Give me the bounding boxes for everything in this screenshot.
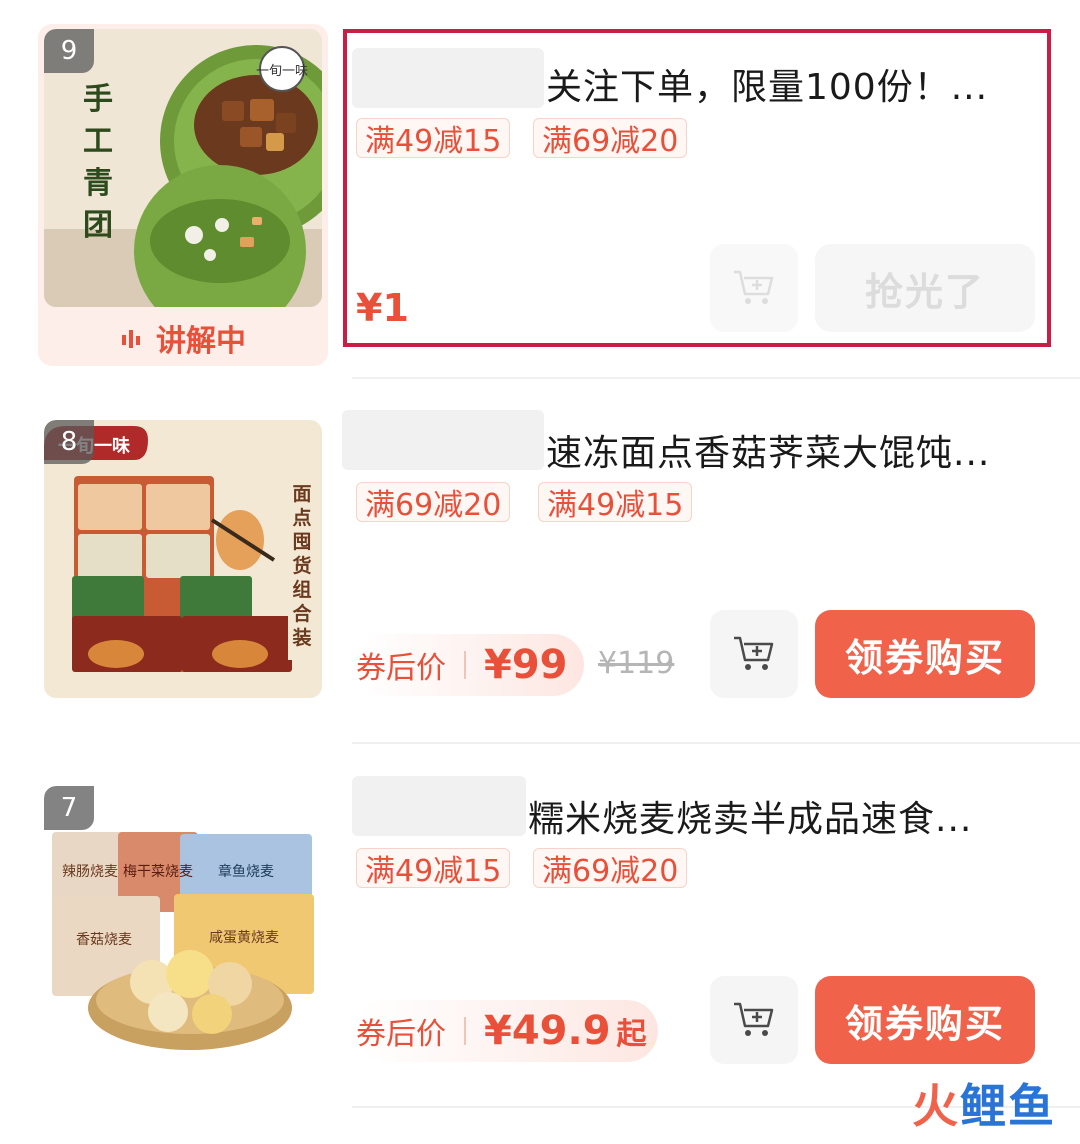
- coupon-buy-button[interactable]: 领券购买: [815, 610, 1035, 698]
- price-separator: [464, 1017, 466, 1045]
- svg-text:合: 合: [292, 602, 312, 625]
- coupon-tag: 满49减15: [356, 848, 511, 889]
- svg-text:香菇烧麦: 香菇烧麦: [76, 932, 132, 948]
- shop-name-placeholder: [352, 776, 526, 836]
- svg-text:工: 工: [83, 124, 113, 159]
- shop-name-placeholder: [342, 410, 544, 470]
- price-label: 券后价: [356, 651, 446, 686]
- price-label: 券后价: [356, 1017, 446, 1052]
- coupon-price: 券后价 ¥49.9 起: [356, 1000, 658, 1062]
- svg-text:装: 装: [291, 626, 311, 649]
- svg-text:团: 团: [83, 208, 113, 243]
- coupon-tag: 满69减20: [356, 482, 511, 523]
- svg-text:组: 组: [292, 578, 311, 601]
- watermark-char: 火: [912, 1079, 958, 1133]
- price-suffix: 起: [616, 1017, 647, 1052]
- watermark-logo: 火 鲤 鱼: [912, 1070, 1054, 1136]
- svg-text:辣肠烧麦: 辣肠烧麦: [62, 864, 118, 880]
- live-explaining-label[interactable]: 讲解中: [38, 310, 328, 366]
- product-price: ¥99: [484, 642, 568, 688]
- product-row[interactable]: 一旬一味 手 工 青 团 9 讲解中 关注下单，限量100份！... 满49减1…: [0, 0, 1080, 378]
- product-image: 一旬一味 手 工 青 团 9: [44, 29, 322, 307]
- add-to-cart-button[interactable]: [710, 610, 798, 698]
- product-title[interactable]: 糯米烧麦烧卖半成品速食...: [528, 790, 972, 842]
- price-separator: [464, 651, 466, 679]
- live-product-card[interactable]: 一旬一味 手 工 青 团 9 讲解中: [38, 24, 328, 366]
- divider: [352, 377, 1080, 379]
- coupon-tag: 满49减15: [538, 482, 693, 523]
- svg-text:咸蛋黄烧麦: 咸蛋黄烧麦: [209, 929, 279, 946]
- svg-text:货: 货: [292, 554, 311, 577]
- rank-badge: 7: [44, 786, 94, 830]
- live-label-text: 讲解中: [156, 324, 246, 359]
- original-price: ¥119: [598, 646, 675, 681]
- product-row[interactable]: 一旬一味 面 点 囤 货 组 合 装 8 速冻面点香菇荠菜大馄饨... 满69减…: [0, 380, 1080, 744]
- cart-plus-icon: [734, 1002, 774, 1036]
- product-title[interactable]: 速冻面点香菇荠菜大馄饨...: [546, 424, 990, 476]
- svg-text:点: 点: [292, 507, 311, 529]
- product-image: 辣肠烧麦 梅干菜烧麦 章鱼烧麦 香菇烧麦 咸蛋黄烧麦 7: [44, 786, 322, 1064]
- rank-badge: 9: [44, 29, 94, 73]
- brand-logo: 一旬一味: [256, 64, 308, 79]
- svg-text:囤: 囤: [292, 531, 311, 553]
- sound-wave-icon: [122, 330, 140, 348]
- svg-text:青: 青: [83, 166, 113, 201]
- product-image: 一旬一味 面 点 囤 货 组 合 装 8: [44, 420, 322, 698]
- coupon-buy-button[interactable]: 领券购买: [815, 976, 1035, 1064]
- add-to-cart-button[interactable]: [710, 976, 798, 1064]
- product-row[interactable]: 辣肠烧麦 梅干菜烧麦 章鱼烧麦 香菇烧麦 咸蛋黄烧麦 7 糯米烧麦烧卖半成品速食…: [0, 746, 1080, 1108]
- svg-text:章鱼烧麦: 章鱼烧麦: [218, 863, 274, 880]
- rank-badge: 8: [44, 420, 94, 464]
- svg-text:梅干菜烧麦: 梅干菜烧麦: [123, 864, 193, 880]
- coupon-tag: 满69减20: [533, 848, 688, 889]
- svg-text:手: 手: [83, 82, 113, 117]
- coupon-price: 券后价 ¥99: [356, 634, 584, 696]
- product-price: ¥49.9: [484, 1008, 611, 1054]
- divider: [352, 742, 1080, 744]
- highlight-frame: [343, 29, 1051, 347]
- watermark-char: 鱼: [1008, 1079, 1054, 1133]
- watermark-char: 鲤: [960, 1079, 1006, 1133]
- cart-plus-icon: [734, 636, 774, 670]
- svg-text:面: 面: [292, 483, 311, 505]
